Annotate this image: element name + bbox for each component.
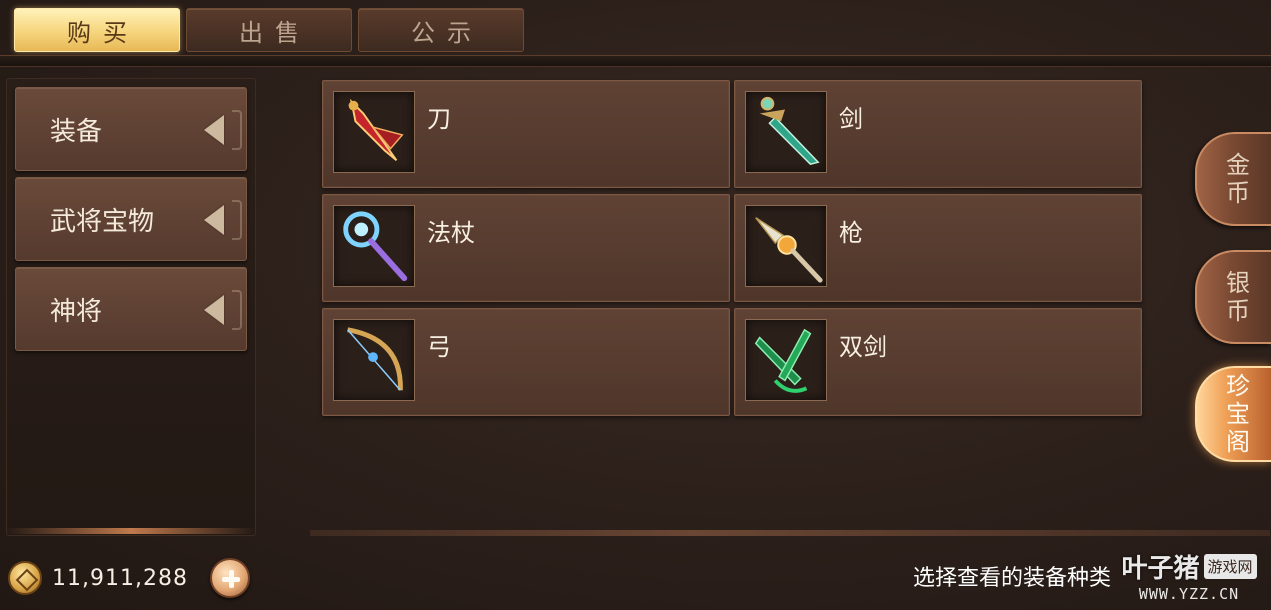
currency-bar: 11,911,288 xyxy=(8,558,250,598)
tab-announce[interactable]: 公示 xyxy=(358,8,524,52)
item-label: 双剑 xyxy=(839,333,887,361)
ornament-icon xyxy=(232,290,242,330)
side-tab-gold-coin[interactable]: 金 币 xyxy=(1195,132,1271,226)
side-tab-silver-coin[interactable]: 银 币 xyxy=(1195,250,1271,344)
side-tab-char: 宝 xyxy=(1226,400,1250,428)
ornament-icon xyxy=(232,110,242,150)
item-label: 弓 xyxy=(427,333,451,361)
header-divider xyxy=(0,55,1271,67)
top-tab-bar: 购买 出售 公示 xyxy=(14,8,524,54)
arrow-left-icon xyxy=(204,115,224,145)
coin-icon xyxy=(8,561,42,595)
item-spear[interactable]: 枪 xyxy=(734,194,1142,302)
item-label: 法杖 xyxy=(427,219,475,247)
item-blade[interactable]: 刀 xyxy=(322,80,730,188)
category-label: 武将宝物 xyxy=(50,206,155,237)
side-tab-treasure-pavilion[interactable]: 珍 宝 阁 xyxy=(1195,366,1271,462)
item-bow[interactable]: 弓 xyxy=(322,308,730,416)
category-divine-general[interactable]: 神将 xyxy=(15,267,247,351)
arrow-left-icon xyxy=(204,295,224,325)
side-tab-char: 币 xyxy=(1226,297,1250,325)
watermark-text: 叶子猪 xyxy=(1121,554,1200,584)
spear-icon xyxy=(745,205,827,287)
currency-amount: 11,911,288 xyxy=(52,565,188,591)
bow-icon xyxy=(333,319,415,401)
footer-divider xyxy=(310,530,1270,536)
add-currency-button[interactable] xyxy=(209,558,250,598)
category-label: 装备 xyxy=(50,116,103,147)
category-panel: 装备 武将宝物 神将 xyxy=(6,78,256,536)
tab-buy[interactable]: 购买 xyxy=(14,8,180,52)
item-label: 剑 xyxy=(839,105,863,133)
side-tab-char: 金 xyxy=(1226,151,1250,179)
watermark-url: WWW.YZZ.CN xyxy=(1138,585,1240,603)
category-general-treasure[interactable]: 武将宝物 xyxy=(15,177,247,261)
category-equipment[interactable]: 装备 xyxy=(15,87,247,171)
arrow-left-icon xyxy=(204,205,224,235)
panel-glow xyxy=(6,528,256,534)
category-label: 神将 xyxy=(50,296,103,327)
ornament-icon xyxy=(232,200,242,240)
side-tab-char: 珍 xyxy=(1226,372,1250,400)
watermark: 叶子猪 游戏网 WWW.YZZ.CN xyxy=(1110,548,1268,608)
hint-text: 选择查看的装备种类 xyxy=(913,566,1112,591)
blade-icon xyxy=(333,91,415,173)
tab-sell[interactable]: 出售 xyxy=(186,8,352,52)
watermark-badge: 游戏网 xyxy=(1203,554,1257,579)
staff-icon xyxy=(333,205,415,287)
sword-icon xyxy=(745,91,827,173)
item-label: 枪 xyxy=(839,219,863,247)
item-sword[interactable]: 剑 xyxy=(734,80,1142,188)
item-label: 刀 xyxy=(427,105,451,133)
item-twin-swords[interactable]: 双剑 xyxy=(734,308,1142,416)
item-staff[interactable]: 法杖 xyxy=(322,194,730,302)
side-tab-char: 阁 xyxy=(1226,428,1250,456)
side-tab-char: 银 xyxy=(1226,269,1250,297)
side-tab-char: 币 xyxy=(1226,179,1250,207)
twin-swords-icon xyxy=(745,319,827,401)
